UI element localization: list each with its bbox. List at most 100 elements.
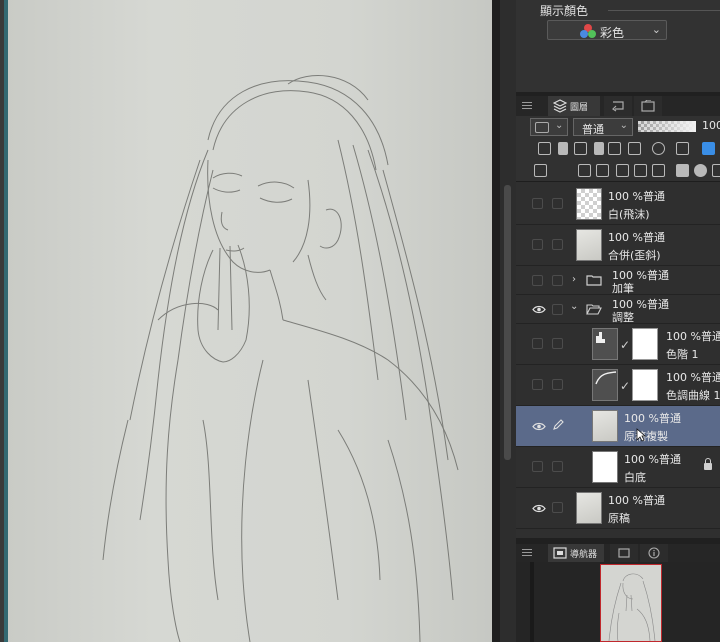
layer-row[interactable]: 100 %普通 合併(歪斜) xyxy=(516,225,720,266)
panel-options-icon[interactable] xyxy=(534,164,547,177)
blend-mode-dropdown[interactable]: 普通 ⌄ xyxy=(573,118,633,136)
eye-icon[interactable] xyxy=(532,305,546,314)
layer-name: 原稿 xyxy=(608,512,630,525)
navigator-icon xyxy=(553,547,567,559)
new-vector-layer-icon[interactable] xyxy=(596,164,609,177)
visibility-toggle[interactable] xyxy=(532,275,543,286)
palette-color-icon[interactable] xyxy=(676,142,689,155)
chevron-down-icon[interactable]: ⌄ xyxy=(570,301,578,312)
edit-target-toggle[interactable] xyxy=(552,338,563,349)
layer-row[interactable]: 100 %普通 白底 xyxy=(516,447,720,488)
tab-layers[interactable]: 圖層 xyxy=(548,96,600,116)
ruler-icon[interactable] xyxy=(652,142,665,155)
edit-target-toggle[interactable] xyxy=(552,379,563,390)
drawing-canvas[interactable] xyxy=(8,0,492,642)
layer-name: 調整 xyxy=(612,311,634,324)
tab-navigator-label: 導航器 xyxy=(570,550,598,560)
merge-layer-icon[interactable] xyxy=(652,164,665,177)
expression-color-dropdown[interactable]: ⌄ xyxy=(530,118,568,136)
blend-controls: ⌄ 普通 ⌄ 100 xyxy=(516,116,720,138)
layer-thumbnail xyxy=(592,451,618,483)
tab-layer-property[interactable] xyxy=(634,96,662,116)
layer-row[interactable]: ✓ 100 %普通 色階 1 xyxy=(516,324,720,365)
layer-name: 色調曲線 1 xyxy=(666,389,720,402)
canvas-divider xyxy=(492,0,500,642)
panel-menu-icon[interactable] xyxy=(522,102,532,110)
transfer-to-below-icon[interactable] xyxy=(634,164,647,177)
layer-row[interactable]: 100 %普通 白(飛沫) xyxy=(516,184,720,225)
layer-opacity-mode: 100 %普通 xyxy=(624,453,681,466)
panel-menu-icon[interactable] xyxy=(522,549,532,557)
edit-target-toggle[interactable] xyxy=(552,502,563,513)
lock-transparent-pixels-icon[interactable] xyxy=(608,142,621,155)
chevron-right-icon[interactable]: › xyxy=(572,274,576,285)
layer-opacity-mode: 100 %普通 xyxy=(608,190,665,203)
tab-sub-view[interactable] xyxy=(610,544,638,562)
layer-folder-row[interactable]: › 100 %普通 加筆 xyxy=(516,266,720,295)
layer-property-toolbar xyxy=(516,138,720,160)
new-raster-layer-icon[interactable] xyxy=(578,164,591,177)
layer-mask-thumbnail xyxy=(632,369,658,401)
display-color-dropdown[interactable]: 彩色 ⌄ xyxy=(547,20,667,40)
layer-thumbnail xyxy=(576,229,602,261)
edit-target-toggle[interactable] xyxy=(552,461,563,472)
eye-icon[interactable] xyxy=(532,504,546,513)
new-folder-icon[interactable] xyxy=(616,164,629,177)
reference-layer-icon[interactable] xyxy=(558,142,568,155)
folder-icon xyxy=(586,275,602,286)
layer-thumbnail xyxy=(592,410,618,442)
selection-layer-icon[interactable] xyxy=(574,142,587,155)
edit-target-toggle[interactable] xyxy=(552,304,563,315)
navigator-tabbar: 導航器 xyxy=(516,544,720,562)
edit-target-toggle[interactable] xyxy=(552,239,563,250)
layer-mask-thumbnail xyxy=(632,328,658,360)
visibility-toggle[interactable] xyxy=(532,461,543,472)
layer-color-icon[interactable] xyxy=(702,142,715,155)
eye-icon[interactable] xyxy=(532,422,546,431)
pen-icon[interactable] xyxy=(552,419,564,431)
edit-target-toggle[interactable] xyxy=(552,275,563,286)
navigator-view[interactable] xyxy=(516,562,720,642)
pencil-sketch xyxy=(102,75,459,642)
layer-property-icon xyxy=(641,100,655,112)
edit-target-toggle[interactable] xyxy=(552,198,563,209)
layer-opacity-mode: 100 %普通 xyxy=(666,330,720,343)
visibility-toggle[interactable] xyxy=(532,198,543,209)
scrollbar-thumb[interactable] xyxy=(504,185,511,460)
history-icon xyxy=(612,101,624,112)
canvas-vertical-scrollbar[interactable] xyxy=(500,0,516,642)
blend-mode-value: 普通 xyxy=(582,123,604,136)
layer-action-toolbar xyxy=(516,160,720,182)
navigator-preview[interactable] xyxy=(600,564,662,642)
chevron-down-icon: ⌄ xyxy=(651,23,661,36)
layers-icon xyxy=(553,99,567,113)
apply-mask-icon[interactable] xyxy=(694,164,707,177)
layer-row[interactable]: 100 %普通 原稿 xyxy=(516,488,720,529)
layer-opacity-value[interactable]: 100 xyxy=(702,119,720,132)
delete-layer-icon[interactable] xyxy=(712,164,720,177)
tab-history[interactable] xyxy=(604,96,632,116)
visibility-toggle[interactable] xyxy=(532,338,543,349)
mouse-cursor-icon xyxy=(636,428,646,442)
layer-opacity-mode: 100 %普通 xyxy=(608,494,665,507)
layer-opacity-slider[interactable] xyxy=(638,121,696,132)
lock-layer-icon[interactable] xyxy=(594,142,604,155)
canvas-area[interactable] xyxy=(0,0,500,642)
layer-row[interactable]: ✓ 100 %普通 色調曲線 1 xyxy=(516,365,720,406)
layer-mask-icon[interactable] xyxy=(676,164,689,177)
layer-opacity-mode: 100 %普通 xyxy=(666,371,720,384)
layer-thumbnail xyxy=(576,188,602,220)
layer-row-selected[interactable]: 100 %普通 原稿複製 xyxy=(516,406,720,447)
clip-to-layer-below-icon[interactable] xyxy=(538,142,551,155)
checkmark-icon: ✓ xyxy=(620,338,631,352)
layer-folder-row[interactable]: ⌄ 100 %普通 調整 xyxy=(516,295,720,324)
tab-navigator[interactable]: 導航器 xyxy=(548,544,604,562)
levels-adjustment-icon xyxy=(592,328,618,360)
visibility-toggle[interactable] xyxy=(532,239,543,250)
visibility-toggle[interactable] xyxy=(532,379,543,390)
tab-info[interactable] xyxy=(640,544,668,562)
navigator-edge xyxy=(530,562,534,642)
mask-icon[interactable] xyxy=(628,142,641,155)
sub-view-icon xyxy=(618,548,630,558)
layer-opacity-mode: 100 %普通 xyxy=(624,412,681,425)
